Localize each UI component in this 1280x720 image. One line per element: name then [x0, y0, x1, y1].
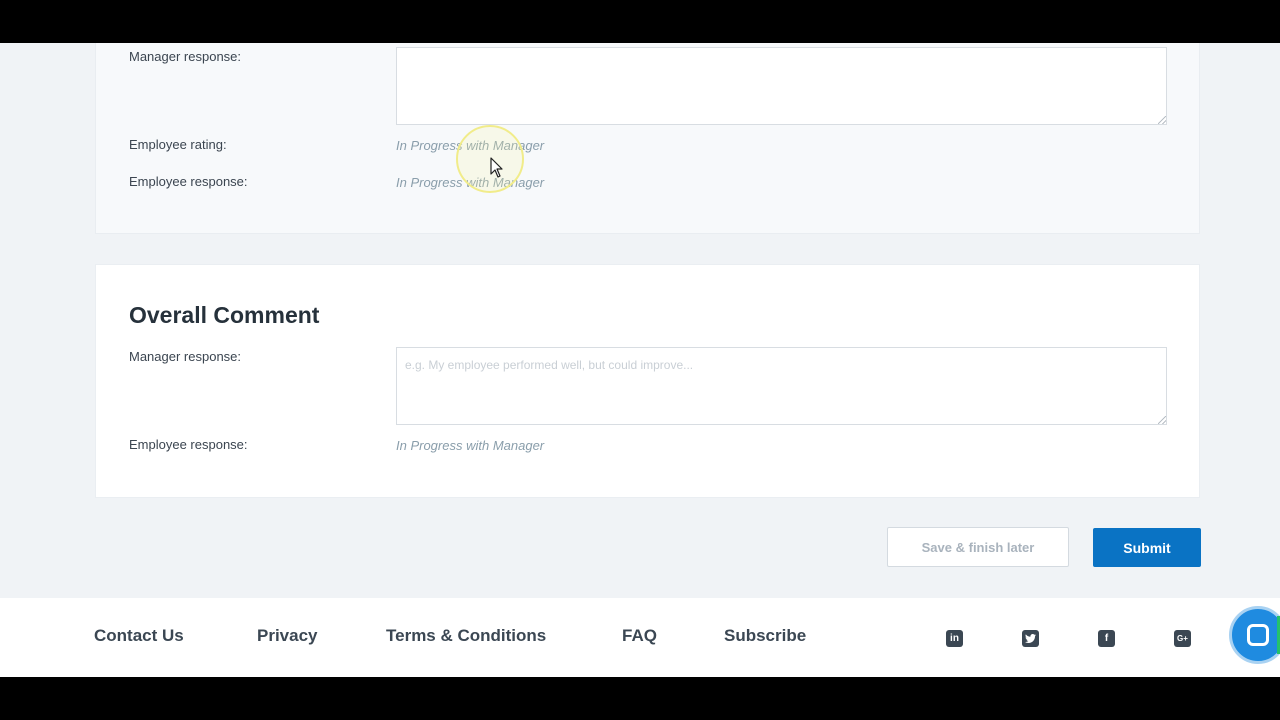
chat-icon: [1247, 624, 1269, 646]
chat-launcher-button[interactable]: [1229, 606, 1280, 664]
twitter-icon[interactable]: [1022, 630, 1039, 647]
scrollbar[interactable]: [1266, 43, 1280, 598]
footer-link-faq[interactable]: FAQ: [622, 626, 657, 646]
overall-comment-card: Overall Comment Manager response: Employ…: [95, 264, 1200, 498]
footer-link-contact-us[interactable]: Contact Us: [94, 626, 184, 646]
footer-link-privacy[interactable]: Privacy: [257, 626, 318, 646]
overall-manager-response-label: Manager response:: [129, 349, 242, 364]
linkedin-icon[interactable]: in: [946, 630, 963, 647]
letterbox-top: [0, 0, 1280, 43]
overall-comment-title: Overall Comment: [129, 302, 320, 328]
letterbox-bottom: [0, 677, 1280, 720]
footer-link-subscribe[interactable]: Subscribe: [724, 626, 806, 646]
overall-manager-response-input[interactable]: [396, 347, 1167, 425]
employee-response-label: Employee response:: [129, 174, 248, 189]
question-card: Manager response: Employee rating: In Pr…: [95, 43, 1200, 234]
facebook-icon[interactable]: f: [1098, 630, 1115, 647]
manager-response-input[interactable]: [396, 47, 1167, 125]
page-viewport: Manager response: Employee rating: In Pr…: [0, 43, 1280, 677]
save-finish-later-button[interactable]: Save & finish later: [887, 527, 1069, 567]
manager-response-label: Manager response:: [129, 49, 242, 64]
overall-employee-response-label: Employee response:: [129, 437, 248, 452]
site-footer: Contact Us Privacy Terms & Conditions FA…: [0, 598, 1280, 677]
resize-grip-icon[interactable]: [1158, 116, 1166, 124]
employee-rating-status: In Progress with Manager: [396, 138, 545, 153]
employee-response-status: In Progress with Manager: [396, 175, 545, 190]
employee-rating-label: Employee rating:: [129, 137, 227, 152]
footer-link-terms[interactable]: Terms & Conditions: [386, 626, 546, 646]
submit-button[interactable]: Submit: [1093, 528, 1201, 567]
google-plus-icon[interactable]: G+: [1174, 630, 1191, 647]
overall-employee-response-status: In Progress with Manager: [396, 438, 545, 453]
resize-grip-icon[interactable]: [1158, 416, 1166, 424]
